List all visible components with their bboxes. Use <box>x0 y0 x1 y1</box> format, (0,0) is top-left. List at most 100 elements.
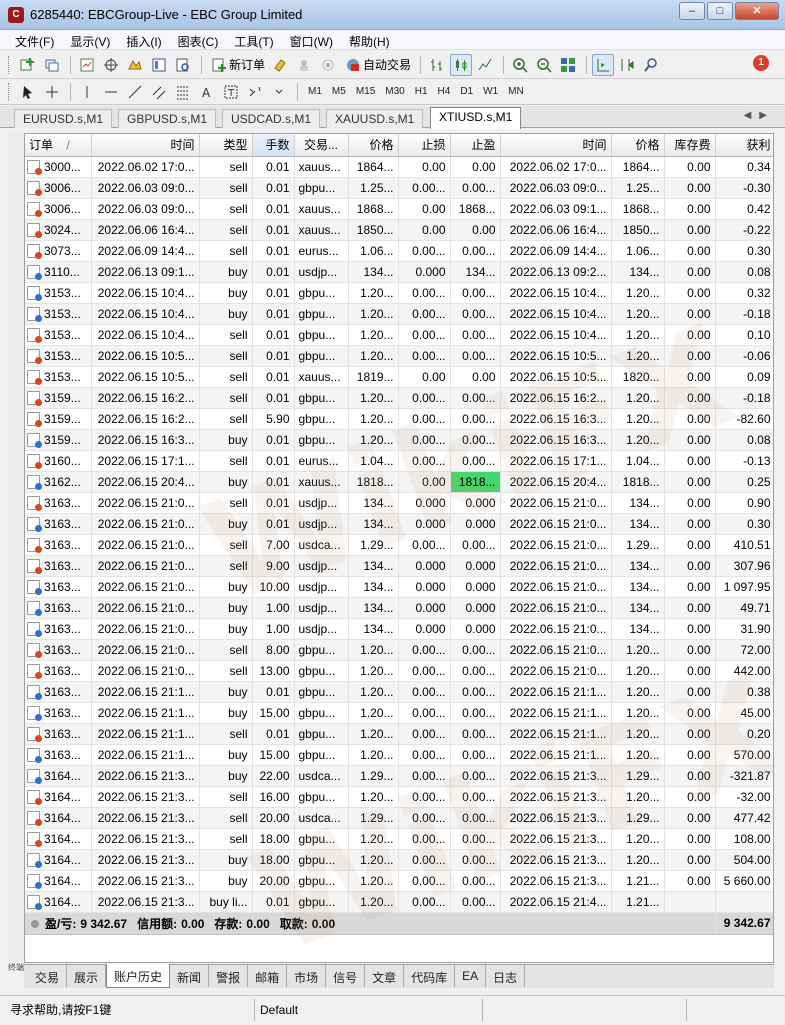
table-row[interactable]: 3000... 2022.06.02 17:0... sell 0.01 xauus..… <box>25 156 773 178</box>
timeframe-m15[interactable]: M15 <box>351 82 380 102</box>
table-row[interactable]: 3163... 2022.06.15 21:0... buy 10.00 usdjp..… <box>25 576 773 598</box>
table-row[interactable]: 3153... 2022.06.15 10:4... sell 0.01 gbpu...… <box>25 324 773 346</box>
tab-code-base[interactable]: 代码库 <box>404 965 456 987</box>
timeframe-mn[interactable]: MN <box>503 82 529 102</box>
table-row[interactable]: 3163... 2022.06.15 21:1... buy 15.00 gbpu...… <box>25 702 773 724</box>
table-row[interactable]: 3006... 2022.06.03 09:0... sell 0.01 xauus..… <box>25 198 773 220</box>
tab-alerts[interactable]: 警报 <box>209 965 249 987</box>
table-row[interactable]: 3163... 2022.06.15 21:1... buy 0.01 gbpu... 1… <box>25 681 773 703</box>
line-chart-icon[interactable] <box>474 54 496 76</box>
table-row[interactable]: 3164... 2022.06.15 21:3... buy 22.00 usdca..… <box>25 765 773 787</box>
navigator-icon[interactable] <box>124 54 146 76</box>
fibonacci-icon[interactable] <box>172 81 194 103</box>
zoom-in-icon[interactable] <box>509 54 531 76</box>
col-header-open-price[interactable]: 价格 <box>348 134 399 157</box>
col-header-swap[interactable]: 库存费 <box>664 134 716 157</box>
table-row[interactable]: 3160... 2022.06.15 17:1... sell 0.01 eurus..… <box>25 450 773 472</box>
table-row[interactable]: 3163... 2022.06.15 21:0... buy 1.00 usdjp...… <box>25 618 773 640</box>
timeframe-m1[interactable]: M1 <box>303 82 327 102</box>
timeframe-w1[interactable]: W1 <box>478 82 503 102</box>
table-row[interactable]: 3073... 2022.06.09 14:4... sell 0.01 eurus..… <box>25 240 773 262</box>
table-row[interactable]: 3163... 2022.06.15 21:0... sell 7.00 usdca..… <box>25 534 773 556</box>
table-row[interactable]: 3164... 2022.06.15 21:3... buy 18.00 gbpu...… <box>25 849 773 871</box>
col-header-sl[interactable]: 止损 <box>398 134 451 157</box>
tab-experts[interactable]: EA <box>455 965 487 987</box>
strategy-tester-icon[interactable] <box>172 54 194 76</box>
col-header-open-time[interactable]: 时间 <box>91 134 200 157</box>
equidistant-channel-icon[interactable] <box>148 81 170 103</box>
zoom-out-icon[interactable] <box>533 54 555 76</box>
table-row[interactable]: 3164... 2022.06.15 21:3... sell 20.00 usdca.… <box>25 807 773 829</box>
timeframe-h1[interactable]: H1 <box>410 82 433 102</box>
menu-view[interactable]: 显示(V) <box>63 30 119 49</box>
col-header-close-time[interactable]: 时间 <box>500 134 612 157</box>
search-icon[interactable] <box>640 54 662 76</box>
new-order-button[interactable]: 新订单 <box>207 54 269 76</box>
notification-badge[interactable]: 1 <box>753 55 769 71</box>
toolbar-grip[interactable] <box>8 83 11 101</box>
tab-xauusd[interactable]: XAUUSD.s,M1 <box>326 109 424 128</box>
data-window-icon[interactable] <box>100 54 122 76</box>
metaeditor-icon[interactable] <box>269 54 291 76</box>
text-label-icon[interactable]: T <box>220 81 242 103</box>
tab-account-history[interactable]: 账户历史 <box>106 964 171 988</box>
cursor-icon[interactable] <box>17 81 39 103</box>
candlestick-icon[interactable] <box>450 53 473 76</box>
table-row[interactable]: 3163... 2022.06.15 21:1... buy 15.00 gbpu...… <box>25 744 773 766</box>
table-row[interactable]: 3006... 2022.06.03 09:0... sell 0.01 gbpu...… <box>25 177 773 199</box>
tab-gbpusd[interactable]: GBPUSD.s,M1 <box>118 109 217 128</box>
tab-articles[interactable]: 文章 <box>365 965 405 987</box>
profiles-icon[interactable] <box>41 54 63 76</box>
table-row[interactable]: 3153... 2022.06.15 10:5... sell 0.01 xauus..… <box>25 366 773 388</box>
table-row[interactable]: 3163... 2022.06.15 21:1... sell 0.01 gbpu...… <box>25 723 773 745</box>
table-row[interactable]: 3162... 2022.06.15 20:4... buy 0.01 xauus...… <box>25 471 773 493</box>
table-row[interactable]: 3164... 2022.06.15 21:3... sell 18.00 gbpu..… <box>25 828 773 850</box>
bar-chart-icon[interactable] <box>426 54 448 76</box>
autoscroll-icon[interactable] <box>592 53 615 76</box>
terminal-icon[interactable] <box>148 54 170 76</box>
minimize-button[interactable]: – <box>679 2 705 20</box>
table-row[interactable]: 3163... 2022.06.15 21:0... sell 13.00 gbpu..… <box>25 660 773 682</box>
tab-trade[interactable]: 交易 <box>28 965 68 987</box>
table-row[interactable]: 3153... 2022.06.15 10:4... buy 0.01 gbpu... 1… <box>25 303 773 325</box>
maximize-button[interactable]: □ <box>707 2 733 20</box>
col-header-order[interactable]: 订单 / <box>25 134 92 157</box>
table-row[interactable]: 3164... 2022.06.15 21:3... sell 16.00 gbpu..… <box>25 786 773 808</box>
timeframe-d1[interactable]: D1 <box>455 82 478 102</box>
table-row[interactable]: 3163... 2022.06.15 21:0... sell 0.01 usdjp..… <box>25 492 773 514</box>
menu-tools[interactable]: 工具(T) <box>227 30 282 49</box>
vertical-line-icon[interactable] <box>76 81 98 103</box>
menu-window[interactable]: 窗口(W) <box>283 30 342 49</box>
col-header-tp[interactable]: 止盈 <box>450 134 501 157</box>
col-header-type[interactable]: 类型 <box>199 134 253 157</box>
tab-signals[interactable]: 信号 <box>326 965 366 987</box>
menu-charts[interactable]: 图表(C) <box>171 30 228 49</box>
col-header-symbol[interactable]: 交易... <box>294 134 349 157</box>
tab-news[interactable]: 新闻 <box>170 965 210 987</box>
col-header-profit[interactable]: 获利 <box>715 134 773 157</box>
table-row[interactable]: 3159... 2022.06.15 16:2... sell 0.01 gbpu...… <box>25 387 773 409</box>
tab-xtiusd[interactable]: XTIUSD.s,M1 <box>430 107 522 129</box>
text-icon[interactable]: A <box>196 81 218 103</box>
table-row[interactable]: 3110... 2022.06.13 09:1... buy 0.01 usdjp...… <box>25 261 773 283</box>
timeframe-h4[interactable]: H4 <box>433 82 456 102</box>
table-row[interactable]: 3159... 2022.06.15 16:2... sell 5.90 gbpu...… <box>25 408 773 430</box>
market-watch-icon[interactable] <box>76 54 98 76</box>
close-button[interactable]: ✕ <box>735 2 779 20</box>
table-row[interactable]: 3164... 2022.06.15 21:3... buy li... 0.01 gb… <box>25 891 773 913</box>
table-row[interactable]: 3164... 2022.06.15 21:3... buy 20.00 gbpu...… <box>25 870 773 892</box>
tab-exposure[interactable]: 展示 <box>67 965 107 987</box>
col-header-close-price[interactable]: 价格 <box>611 134 665 157</box>
tile-windows-icon[interactable] <box>557 54 579 76</box>
tab-scroll-arrows-icon[interactable]: ◀▶ <box>744 110 775 121</box>
table-row[interactable]: 3163... 2022.06.15 21:0... buy 1.00 usdjp...… <box>25 597 773 619</box>
menu-file[interactable]: 文件(F) <box>8 30 63 49</box>
signals-icon[interactable] <box>293 54 315 76</box>
table-row[interactable]: 3024... 2022.06.06 16:4... sell 0.01 xauus..… <box>25 219 773 241</box>
arrows-icon[interactable] <box>244 81 266 103</box>
toolbar-grip[interactable] <box>8 55 11 74</box>
tab-eurusd[interactable]: EURUSD.s,M1 <box>14 109 113 128</box>
menu-help[interactable]: 帮助(H) <box>342 30 399 49</box>
broadcast-icon[interactable] <box>317 54 339 76</box>
tab-usdcad[interactable]: USDCAD.s,M1 <box>222 109 321 128</box>
